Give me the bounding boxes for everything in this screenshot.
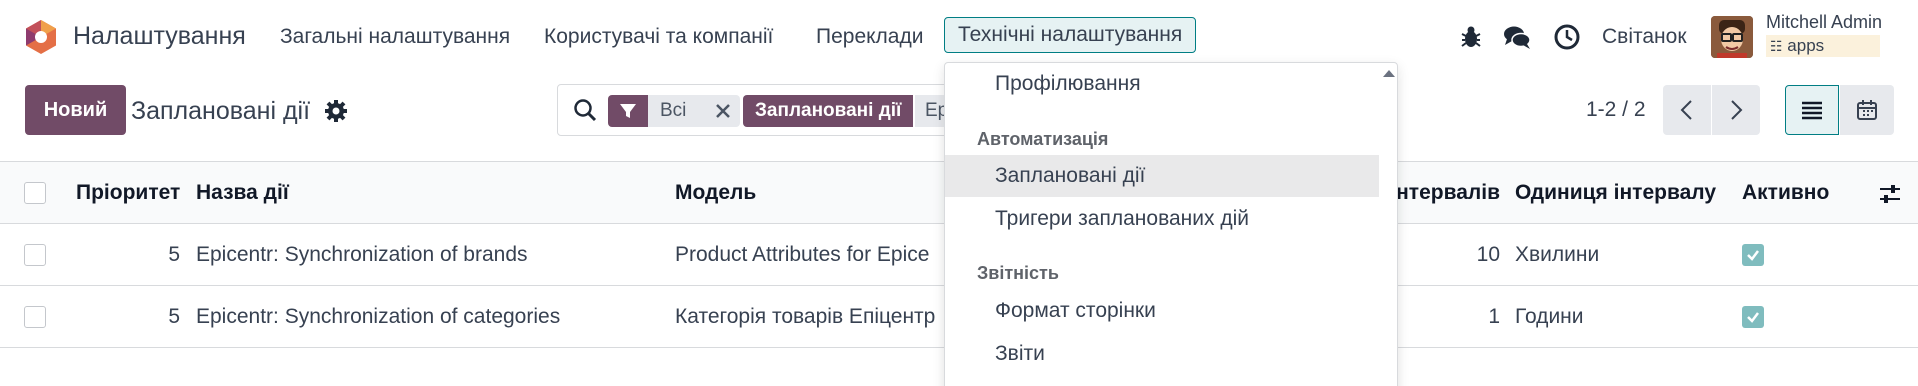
dropdown-section-reporting: Звітність	[977, 263, 1059, 283]
pager-next-button[interactable]	[1712, 85, 1760, 135]
cell-model: Категорія товарів Епіцентр	[675, 304, 936, 328]
filter-facet-value: Всі	[660, 100, 687, 121]
filter-facet-icon	[608, 95, 648, 127]
app-name[interactable]: Налаштування	[73, 22, 246, 51]
calendar-view-button[interactable]	[1840, 85, 1894, 135]
header-model[interactable]: Модель	[675, 162, 756, 223]
cell-priority: 5	[168, 304, 180, 328]
company-switcher[interactable]: Світанок	[1602, 25, 1687, 49]
technical-settings-dropdown: Профілювання Автоматизація Заплановані д…	[944, 62, 1398, 386]
check-icon	[1747, 311, 1759, 323]
cell-interval-unit: Години	[1515, 304, 1584, 328]
active-checkbox-checked[interactable]	[1742, 305, 1764, 328]
user-name[interactable]: Mitchell Admin	[1766, 12, 1882, 33]
database-badge: ☷ apps	[1766, 35, 1881, 57]
menu-general-settings[interactable]: Загальні налаштування	[280, 25, 510, 49]
database-icon: ☷	[1770, 38, 1783, 54]
filter-icon	[620, 104, 636, 118]
cell-active	[1742, 224, 1764, 285]
filter-facet: Всі	[648, 95, 740, 127]
header-active[interactable]: Активно	[1742, 162, 1829, 223]
chevron-left-icon	[1680, 100, 1692, 120]
chevron-right-icon	[1731, 100, 1743, 120]
cell-interval-number: 10	[1476, 242, 1500, 266]
database-name: apps	[1787, 36, 1825, 55]
cell-interval-number: 1	[1488, 304, 1500, 328]
page-title: Заплановані дії	[131, 97, 311, 125]
menu-users-companies[interactable]: Користувачі та компанії	[544, 25, 773, 49]
row-checkbox[interactable]	[24, 306, 46, 328]
dropdown-section-automation: Автоматизація	[977, 129, 1109, 149]
header-action-name[interactable]: Назва дії	[196, 162, 289, 223]
cell-active	[1742, 286, 1764, 347]
close-icon[interactable]	[712, 100, 734, 122]
clock-icon[interactable]	[1552, 22, 1582, 52]
menu-technical-settings[interactable]: Технічні налаштування	[944, 17, 1197, 53]
dropdown-item-profiling[interactable]: Профілювання	[945, 63, 1379, 105]
dropdown-item-scheduled-triggers[interactable]: Тригери запланованих дій	[945, 198, 1379, 240]
dropdown-item-paper-format[interactable]: Формат сторінки	[945, 290, 1379, 332]
cell-model: Product Attributes for Epice	[675, 242, 930, 266]
new-button[interactable]: Новий	[25, 85, 126, 135]
menu-translations[interactable]: Переклади	[816, 25, 923, 49]
check-icon	[1747, 249, 1759, 261]
dropdown-item-reports[interactable]: Звіти	[945, 333, 1379, 375]
gear-icon[interactable]	[323, 98, 349, 124]
list-icon	[1802, 101, 1822, 120]
search-bar[interactable]: Всі Заплановані дії Ep	[557, 84, 977, 136]
row-checkbox[interactable]	[24, 244, 46, 266]
cell-priority: 5	[168, 242, 180, 266]
select-all-checkbox[interactable]	[24, 182, 46, 204]
user-avatar[interactable]	[1711, 16, 1753, 58]
bug-icon[interactable]	[1456, 22, 1486, 52]
header-interval-unit[interactable]: Одиниця інтервалу	[1515, 162, 1716, 223]
pager-value[interactable]: 1-2 / 2	[1586, 98, 1646, 122]
list-view-button[interactable]	[1785, 85, 1839, 135]
chat-icon[interactable]	[1502, 22, 1532, 52]
active-checkbox-checked[interactable]	[1742, 243, 1764, 266]
header-priority[interactable]: Пріоритет	[76, 162, 180, 223]
cell-action-name: Epicentr: Synchronization of categories	[196, 304, 561, 328]
groupby-facet-label: Заплановані дії	[743, 95, 914, 127]
column-settings-icon[interactable]	[1878, 182, 1902, 206]
calendar-icon	[1857, 100, 1877, 120]
pager-previous-button[interactable]	[1663, 85, 1711, 135]
odoo-logo-icon[interactable]	[22, 18, 60, 56]
cell-action-name: Epicentr: Synchronization of brands	[196, 242, 528, 266]
search-icon[interactable]	[572, 97, 598, 123]
scroll-up-icon[interactable]	[1381, 67, 1397, 79]
dropdown-item-scheduled-actions[interactable]: Заплановані дії	[945, 155, 1379, 197]
cell-interval-unit: Хвилини	[1515, 242, 1600, 266]
